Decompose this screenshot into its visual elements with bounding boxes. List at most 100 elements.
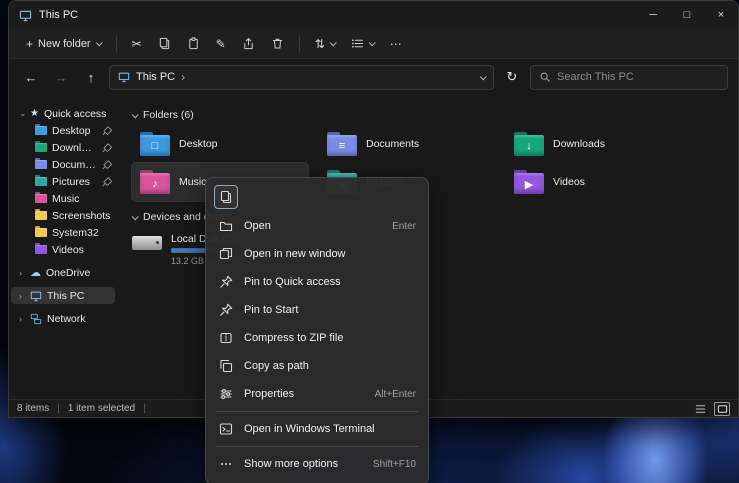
sidebar-item-label: Documents — [52, 159, 96, 171]
sidebar-item-quick-access[interactable]: ⌄ ★ Quick access — [11, 105, 115, 122]
open-icon — [218, 219, 234, 233]
new-folder-label: New folder — [38, 38, 91, 50]
menu-item-copy-as-path[interactable]: Copy as path — [206, 352, 428, 380]
copy-icon-button[interactable] — [214, 185, 238, 209]
sidebar-item-downloads[interactable]: Downloads — [11, 139, 115, 156]
maximize-button[interactable]: □ — [670, 1, 704, 29]
sidebar-item-label: Screenshots — [52, 210, 110, 222]
folder-icon — [35, 143, 47, 152]
sidebar-item-label: Downloads — [52, 142, 96, 154]
menu-item-compress-to-zip[interactable]: Compress to ZIP file — [206, 324, 428, 352]
menu-item-show-more-options[interactable]: Show more options Shift+F10 — [206, 450, 428, 478]
folder-tile-downloads[interactable]: ↓ Downloads — [506, 125, 682, 163]
desktop-glyph-icon: □ — [140, 136, 170, 156]
selection-count: 1 item selected — [68, 403, 135, 414]
paste-button[interactable] — [180, 33, 207, 54]
titlebar: This PC ─ □ × — [9, 1, 738, 29]
back-button[interactable]: ← — [19, 65, 43, 89]
share-icon — [242, 37, 255, 50]
folder-icon: □ — [140, 132, 170, 156]
sidebar-item-onedrive[interactable]: › ☁ OneDrive — [11, 264, 115, 281]
chevron-right-icon: › — [19, 314, 25, 324]
address-dropdown-icon[interactable] — [480, 73, 487, 80]
folder-tile-desktop[interactable]: □ Desktop — [132, 125, 308, 163]
context-menu-icon-row — [206, 182, 428, 212]
view-button[interactable] — [344, 33, 381, 54]
close-button[interactable]: × — [704, 1, 738, 29]
chevron-down-icon — [132, 213, 139, 220]
plus-icon: + — [26, 38, 33, 50]
sidebar-item-documents[interactable]: Documents — [11, 156, 115, 173]
address-bar[interactable]: This PC › — [109, 65, 494, 90]
up-button[interactable]: ↑ — [79, 65, 103, 89]
onedrive-cloud-icon: ☁ — [30, 266, 41, 279]
cut-button[interactable]: ✂ — [125, 34, 149, 54]
sidebar-item-this-pc[interactable]: › This PC — [11, 287, 115, 304]
sidebar-item-network[interactable]: › Network — [11, 310, 115, 327]
sidebar-item-label: Music — [52, 193, 79, 205]
folder-name: Desktop — [179, 138, 218, 150]
search-input[interactable] — [557, 71, 719, 83]
music-note-icon: ♪ — [140, 174, 170, 194]
refresh-button[interactable]: ↻ — [500, 65, 524, 89]
sidebar-item-label: Quick access — [44, 108, 106, 120]
sort-button[interactable]: ⇅ — [308, 34, 342, 54]
folders-section-header[interactable]: Folders (6) — [132, 107, 738, 123]
folder-name: Documents — [366, 138, 419, 150]
menu-item-open[interactable]: Open Enter — [206, 212, 428, 240]
sidebar-item-music[interactable]: Music — [11, 190, 115, 207]
menu-shortcut: Shift+F10 — [373, 459, 416, 470]
chevron-right-icon: › — [19, 268, 25, 278]
breadcrumb-location[interactable]: This PC — [136, 71, 175, 83]
more-options-button[interactable]: ⋯ — [383, 34, 409, 54]
navigation-bar: ← → ↑ This PC › ↻ — [9, 59, 738, 95]
minimize-button[interactable]: ─ — [636, 1, 670, 29]
sidebar-item-videos[interactable]: Videos — [11, 241, 115, 258]
folder-icon — [35, 228, 47, 237]
sidebar-item-desktop[interactable]: Desktop — [11, 122, 115, 139]
copy-button[interactable] — [151, 33, 178, 54]
folders-header-label: Folders (6) — [143, 109, 194, 121]
folder-icon — [35, 211, 47, 220]
hard-drive-icon — [132, 236, 162, 250]
sidebar-item-pictures[interactable]: Pictures — [11, 173, 115, 190]
menu-item-properties[interactable]: Properties Alt+Enter — [206, 380, 428, 408]
folder-icon: ▶ — [514, 170, 544, 194]
folder-tile-documents[interactable]: ≡ Documents — [319, 125, 495, 163]
folder-tile-videos[interactable]: ▶ Videos — [506, 163, 682, 201]
folder-icon — [35, 177, 47, 186]
menu-shortcut: Enter — [392, 221, 416, 232]
sort-icon: ⇅ — [315, 38, 325, 50]
menu-item-open-in-new-window[interactable]: Open in new window — [206, 240, 428, 268]
desktop: This PC ─ □ × + New folder ✂ ✎ — [0, 0, 739, 483]
thumbnails-view-icon[interactable] — [714, 402, 730, 416]
folder-name: Music — [179, 176, 206, 188]
downloads-glyph-icon: ↓ — [514, 136, 544, 156]
folder-icon — [35, 160, 47, 169]
breadcrumb-separator[interactable]: › — [181, 70, 185, 84]
search-box[interactable] — [530, 65, 728, 90]
sidebar: ⌄ ★ Quick access Desktop Downloads Docum… — [9, 95, 117, 399]
menu-item-open-in-windows-terminal[interactable]: Open in Windows Terminal — [206, 415, 428, 443]
window-title: This PC — [39, 9, 78, 21]
details-view-icon[interactable] — [692, 402, 708, 416]
folder-icon — [35, 194, 47, 203]
folder-icon — [35, 126, 47, 135]
copy-path-icon — [218, 359, 234, 373]
menu-item-pin-to-quick-access[interactable]: Pin to Quick access — [206, 268, 428, 296]
delete-button[interactable] — [264, 33, 291, 54]
new-folder-button[interactable]: + New folder — [19, 34, 108, 54]
menu-item-pin-to-start[interactable]: Pin to Start — [206, 296, 428, 324]
sidebar-item-label: Videos — [52, 244, 84, 256]
folder-name: Downloads — [553, 138, 605, 150]
sidebar-item-system32[interactable]: System32 — [11, 224, 115, 241]
status-divider: | — [57, 403, 60, 414]
pin-icon — [99, 157, 113, 171]
status-divider: | — [143, 403, 146, 414]
share-button[interactable] — [235, 33, 262, 54]
sidebar-item-screenshots[interactable]: Screenshots — [11, 207, 115, 224]
forward-button[interactable]: → — [49, 65, 73, 89]
zip-icon — [218, 331, 234, 345]
trash-icon — [271, 37, 284, 50]
rename-button[interactable]: ✎ — [209, 34, 233, 54]
